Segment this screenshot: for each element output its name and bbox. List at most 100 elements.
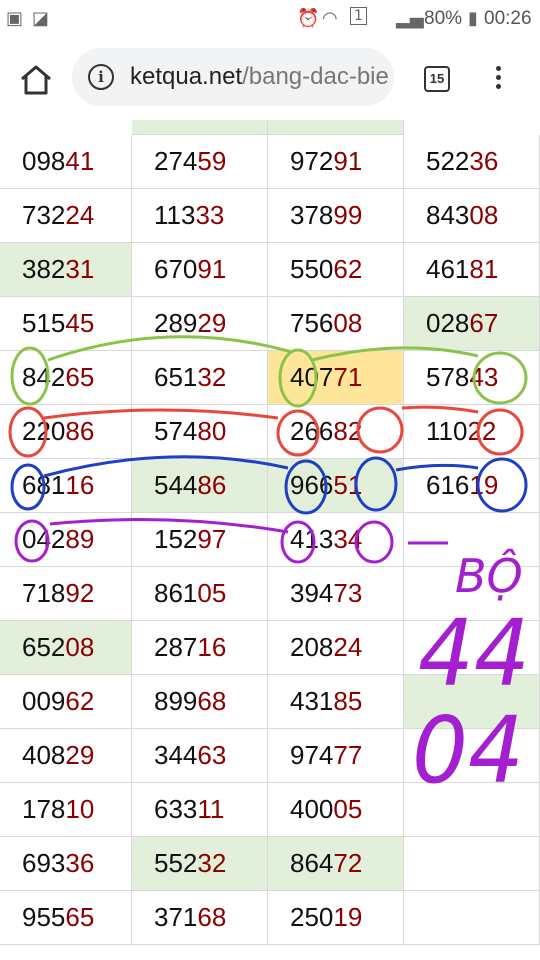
number-last-two: 10 xyxy=(65,794,95,824)
number-prefix: 408 xyxy=(22,740,66,770)
number-last-two: 59 xyxy=(197,146,227,176)
number-last-two: 72 xyxy=(333,848,363,878)
number-last-two: 29 xyxy=(65,740,95,770)
number-prefix: 899 xyxy=(154,686,198,716)
browser-toolbar: i ketqua.net/bang-dac-bie 15 xyxy=(0,38,540,120)
table-cell: 861 05 xyxy=(132,567,268,621)
number-last-two: 62 xyxy=(333,254,363,284)
number-last-two: 67 xyxy=(469,308,499,338)
number-last-two: 99 xyxy=(333,200,363,230)
table-cell: 113 33 xyxy=(132,189,268,243)
number-prefix: 574 xyxy=(154,416,198,446)
number-last-two: 68 xyxy=(197,902,227,932)
table-cell: 550 62 xyxy=(268,243,404,297)
number-last-two: 32 xyxy=(197,848,227,878)
number-prefix: 552 xyxy=(154,848,198,878)
alarm-icon: ⏰ xyxy=(297,8,320,29)
number-last-two: 77 xyxy=(333,740,363,770)
table-cell: 616 19 xyxy=(404,459,540,513)
table-cell xyxy=(404,567,540,621)
url-text[interactable]: ketqua.net/bang-dac-bie xyxy=(130,63,389,91)
number-last-two: 86 xyxy=(65,416,95,446)
clock: 00:26 xyxy=(484,8,532,29)
number-prefix: 652 xyxy=(22,632,66,662)
home-button[interactable] xyxy=(18,62,54,98)
table-cell: 966 51 xyxy=(268,459,404,513)
number-last-two: 41 xyxy=(65,146,95,176)
screenshot-notification-icon: ◪ xyxy=(32,8,50,29)
menu-button[interactable] xyxy=(488,62,508,98)
partial-cell xyxy=(268,120,404,135)
number-prefix: 266 xyxy=(290,416,334,446)
number-prefix: 400 xyxy=(290,794,334,824)
number-last-two: 36 xyxy=(65,848,95,878)
number-prefix: 178 xyxy=(22,794,66,824)
number-prefix: 693 xyxy=(22,848,66,878)
url-path: /bang-dac-bie xyxy=(242,63,389,90)
table-cell: 899 68 xyxy=(132,675,268,729)
number-last-two: 51 xyxy=(333,470,363,500)
number-prefix: 522 xyxy=(426,146,470,176)
table-cell: 371 68 xyxy=(132,891,268,945)
address-bar[interactable]: i ketqua.net/bang-dac-bie xyxy=(72,48,394,106)
number-prefix: 220 xyxy=(22,416,66,446)
number-last-two: 71 xyxy=(333,362,363,392)
table-cell: 178 10 xyxy=(0,783,132,837)
results-table: 098 41 274 59 972 91 522 36 732 24 113 33 378 99 843 08… xyxy=(0,120,540,960)
number-last-two: 85 xyxy=(333,686,363,716)
number-prefix: 974 xyxy=(290,740,334,770)
table-cell: 578 43 xyxy=(404,351,540,405)
number-last-two: 29 xyxy=(197,308,227,338)
tab-switcher-button[interactable]: 15 xyxy=(424,66,450,92)
number-prefix: 110 xyxy=(426,416,468,446)
number-prefix: 152 xyxy=(154,524,198,554)
table-cell xyxy=(404,891,540,945)
number-prefix: 394 xyxy=(290,578,334,608)
table-cell: 843 08 xyxy=(404,189,540,243)
number-last-two: 05 xyxy=(333,794,363,824)
number-last-two: 62 xyxy=(65,686,95,716)
number-prefix: 633 xyxy=(154,794,198,824)
number-prefix: 670 xyxy=(154,254,198,284)
number-prefix: 544 xyxy=(154,470,198,500)
number-prefix: 515 xyxy=(22,308,66,338)
table-cell xyxy=(404,513,540,567)
number-last-two: 11 xyxy=(197,794,225,824)
number-last-two: 05 xyxy=(197,578,227,608)
number-prefix: 028 xyxy=(426,308,470,338)
table-cell: 274 59 xyxy=(132,135,268,189)
number-prefix: 864 xyxy=(290,848,334,878)
battery-percent: 80% xyxy=(424,8,463,29)
number-prefix: 681 xyxy=(22,470,66,500)
number-last-two: 97 xyxy=(197,524,227,554)
number-prefix: 009 xyxy=(22,686,66,716)
table-cell: 972 91 xyxy=(268,135,404,189)
number-prefix: 861 xyxy=(154,578,198,608)
number-last-two: 81 xyxy=(469,254,499,284)
number-last-two: 08 xyxy=(65,632,95,662)
number-prefix: 842 xyxy=(22,362,66,392)
table-cell: 028 67 xyxy=(404,297,540,351)
number-prefix: 382 xyxy=(22,254,66,284)
number-prefix: 651 xyxy=(154,362,198,392)
table-cell: 344 63 xyxy=(132,729,268,783)
sim-icon: 1 xyxy=(350,7,367,25)
table-cell: 955 65 xyxy=(0,891,132,945)
table-cell: 400 05 xyxy=(268,783,404,837)
table-cell: 287 16 xyxy=(132,621,268,675)
info-icon[interactable]: i xyxy=(88,64,114,90)
table-cell: 756 08 xyxy=(268,297,404,351)
number-prefix: 289 xyxy=(154,308,198,338)
table-cell: 732 24 xyxy=(0,189,132,243)
number-prefix: 955 xyxy=(22,902,66,932)
number-prefix: 756 xyxy=(290,308,334,338)
number-prefix: 843 xyxy=(426,200,470,230)
table-cell: 042 89 xyxy=(0,513,132,567)
number-prefix: 550 xyxy=(290,254,334,284)
signal-icon: ▂▄ xyxy=(396,8,424,29)
table-cell: 394 73 xyxy=(268,567,404,621)
number-prefix: 407 xyxy=(290,362,334,392)
table-cell: 382 31 xyxy=(0,243,132,297)
table-cell: 431 85 xyxy=(268,675,404,729)
table-cell xyxy=(404,675,540,729)
